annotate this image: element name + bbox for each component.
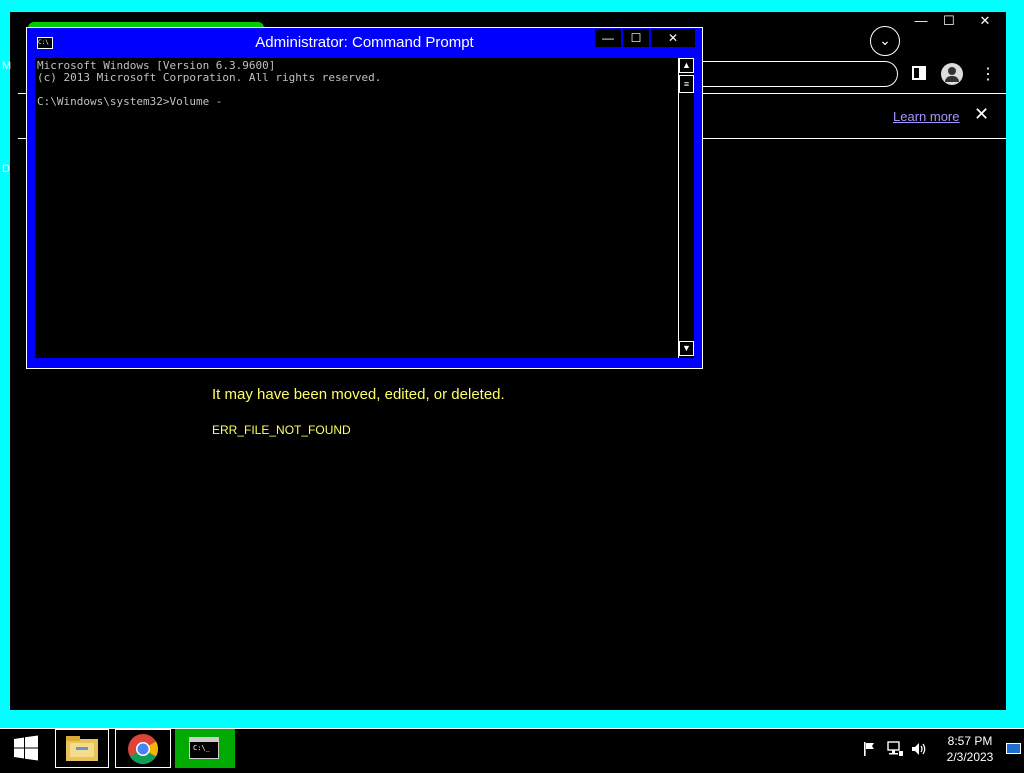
cmd-scrollbar[interactable]: ▲ ≡ ▼ <box>678 58 694 358</box>
clock-date[interactable]: 2/3/2023 <box>940 750 1000 764</box>
windows-logo-icon <box>14 735 38 761</box>
chrome-taskbar-button[interactable] <box>115 729 171 768</box>
command-prompt-taskbar-button[interactable]: C:\_ <box>175 729 235 768</box>
menu-kebab-icon[interactable]: ⋮ <box>980 64 996 84</box>
command-prompt-window[interactable]: C:\ Administrator: Command Prompt — ☐ ✕ … <box>26 27 703 369</box>
side-panel-icon[interactable] <box>912 66 926 80</box>
console-prompt-line: C:\Windows\system32>Volume - <box>37 95 223 108</box>
network-icon[interactable] <box>886 740 904 758</box>
file-explorer-taskbar-button[interactable] <box>55 729 109 768</box>
tab-search-dropdown-icon[interactable]: ⌄ <box>870 26 900 56</box>
start-button[interactable] <box>0 729 50 768</box>
clipped-text: D <box>2 163 10 175</box>
action-center-flag-icon[interactable] <box>862 741 878 757</box>
profile-avatar-icon[interactable] <box>941 63 963 85</box>
chrome-icon <box>128 734 159 765</box>
browser-minimize-button[interactable]: — <box>908 12 934 30</box>
cmd-maximize-button[interactable]: ☐ <box>623 29 649 47</box>
folder-icon <box>66 736 98 761</box>
browser-maximize-button[interactable]: ☐ <box>936 12 962 30</box>
clock-time[interactable]: 8:57 PM <box>940 734 1000 748</box>
console-output[interactable]: Microsoft Windows [Version 6.3.9600] (c) … <box>35 58 678 358</box>
taskbar: C:\_ 8:57 PM 2/3/2023 <box>0 728 1024 768</box>
volume-icon[interactable] <box>910 740 928 758</box>
error-code: ERR_FILE_NOT_FOUND <box>212 423 351 437</box>
cmd-icon: C:\_ <box>189 737 219 759</box>
scroll-down-icon[interactable]: ▼ <box>679 341 694 356</box>
browser-close-button[interactable]: ✕ <box>964 12 1006 30</box>
scroll-thumb[interactable]: ≡ <box>679 75 694 93</box>
clipped-text: M <box>2 60 12 72</box>
learn-more-link[interactable]: Learn more <box>893 109 959 124</box>
error-message: It may have been moved, edited, or delet… <box>212 386 505 403</box>
cmd-minimize-button[interactable]: — <box>595 29 621 47</box>
infobar-close-icon[interactable]: ✕ <box>974 104 989 125</box>
show-desktop-icon[interactable] <box>1006 743 1021 754</box>
scroll-up-icon[interactable]: ▲ <box>679 58 694 73</box>
console-line: (c) 2013 Microsoft Corporation. All righ… <box>37 71 382 84</box>
cmd-close-button[interactable]: ✕ <box>651 29 695 47</box>
